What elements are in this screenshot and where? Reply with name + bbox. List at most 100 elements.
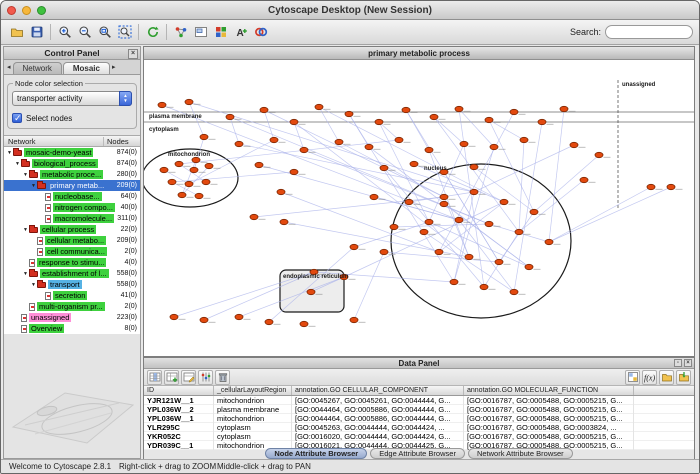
- network-edge[interactable]: [519, 180, 584, 232]
- network-node[interactable]: [470, 164, 478, 169]
- network-node[interactable]: [440, 194, 448, 199]
- zoom-in-button[interactable]: [55, 23, 74, 42]
- network-node[interactable]: [490, 144, 498, 149]
- tab-scroll-right-icon[interactable]: ▸: [111, 63, 117, 71]
- network-node[interactable]: [510, 289, 518, 294]
- network-edge[interactable]: [549, 187, 651, 242]
- network-edge[interactable]: [549, 187, 671, 242]
- refresh-button[interactable]: [143, 23, 162, 42]
- tree-row[interactable]: ▼biological_process874(0): [4, 158, 140, 169]
- network-node[interactable]: [160, 167, 168, 172]
- network-edge[interactable]: [349, 114, 369, 147]
- cytoscape-plugin-button[interactable]: [251, 23, 270, 42]
- tree-row[interactable]: multi-organism pr...2(0): [4, 301, 140, 312]
- data-panel-float-icon[interactable]: ▫: [674, 359, 682, 367]
- network-node[interactable]: [185, 99, 193, 104]
- zoom-fit-button[interactable]: [95, 23, 114, 42]
- network-edge[interactable]: [254, 197, 444, 217]
- network-edge[interactable]: [354, 252, 384, 320]
- network-node[interactable]: [395, 137, 403, 142]
- network-node[interactable]: [255, 162, 263, 167]
- zoom-region-button[interactable]: [115, 23, 134, 42]
- network-node[interactable]: [277, 189, 285, 194]
- network-node[interactable]: [647, 184, 655, 189]
- tree-expander-icon[interactable]: ▼: [6, 150, 13, 156]
- tree-row[interactable]: ▼transport558(0): [4, 279, 140, 290]
- tree-row[interactable]: nucleobase...64(0): [4, 191, 140, 202]
- network-node[interactable]: [525, 264, 533, 269]
- create-attribute-button[interactable]: [164, 370, 179, 385]
- annotation-button[interactable]: A: [231, 23, 250, 42]
- birdseye-button[interactable]: [191, 23, 210, 42]
- tree-row[interactable]: cellular metabo...209(0): [4, 235, 140, 246]
- network-node[interactable]: [205, 163, 213, 168]
- network-node[interactable]: [530, 209, 538, 214]
- tab-mosaic[interactable]: Mosaic: [63, 62, 110, 74]
- window-titlebar[interactable]: Cytoscape Desktop (New Session): [1, 1, 699, 20]
- network-node[interactable]: [265, 319, 273, 324]
- network-node[interactable]: [510, 109, 518, 114]
- network-node[interactable]: [485, 221, 493, 226]
- tree-expander-icon[interactable]: ▼: [30, 183, 37, 189]
- network-node[interactable]: [335, 139, 343, 144]
- network-node[interactable]: [158, 102, 166, 107]
- network-node[interactable]: [226, 114, 234, 119]
- network-view-titlebar[interactable]: primary metabolic process: [144, 47, 694, 60]
- network-node[interactable]: [345, 111, 353, 116]
- network-node[interactable]: [195, 193, 203, 198]
- network-node[interactable]: [390, 224, 398, 229]
- network-node[interactable]: [235, 314, 243, 319]
- network-node[interactable]: [175, 161, 183, 166]
- network-node[interactable]: [350, 244, 358, 249]
- node-color-dropdown[interactable]: transporter activity ▲▼: [12, 91, 132, 106]
- control-panel-titlebar[interactable]: Control Panel ×: [4, 47, 140, 60]
- network-edge[interactable]: [406, 110, 429, 150]
- network-node[interactable]: [667, 184, 675, 189]
- network-edge[interactable]: [549, 109, 564, 242]
- network-edge[interactable]: [384, 168, 484, 287]
- network-node[interactable]: [425, 147, 433, 152]
- network-node[interactable]: [370, 194, 378, 199]
- data-panel-titlebar[interactable]: Data Panel ▫ ×: [144, 358, 694, 369]
- network-node[interactable]: [315, 104, 323, 109]
- network-node[interactable]: [435, 249, 443, 254]
- tree-row[interactable]: secretion41(0): [4, 290, 140, 301]
- tree-expander-icon[interactable]: ▼: [14, 161, 21, 167]
- tree-row[interactable]: cell communica...2(0): [4, 246, 140, 257]
- network-node[interactable]: [570, 142, 578, 147]
- tree-expander-icon[interactable]: ▼: [30, 282, 37, 288]
- minimize-window-button[interactable]: [22, 6, 31, 15]
- network-node[interactable]: [168, 179, 176, 184]
- table-column-header[interactable]: _cellularLayoutRegion: [214, 386, 292, 395]
- network-node[interactable]: [485, 117, 493, 122]
- tree-expander-icon[interactable]: ▼: [22, 227, 29, 233]
- network-node[interactable]: [580, 177, 588, 182]
- network-node[interactable]: [430, 114, 438, 119]
- tree-row[interactable]: Overview8(0): [4, 323, 140, 334]
- network-node[interactable]: [280, 219, 288, 224]
- tree-row[interactable]: ▼cellular process22(0): [4, 224, 140, 235]
- formula-builder-button[interactable]: f(x): [642, 370, 657, 385]
- browser-tab-network[interactable]: Network Attribute Browser: [468, 448, 573, 459]
- table-column-header[interactable]: ID: [144, 386, 214, 395]
- network-node[interactable]: [595, 152, 603, 157]
- network-node[interactable]: [380, 249, 388, 254]
- network-node[interactable]: [235, 141, 243, 146]
- network-edge[interactable]: [499, 212, 534, 262]
- network-node[interactable]: [350, 317, 358, 322]
- network-edge[interactable]: [304, 150, 489, 224]
- import-attributes-button[interactable]: [676, 370, 691, 385]
- network-node[interactable]: [192, 157, 200, 162]
- network-node[interactable]: [560, 106, 568, 111]
- network-node[interactable]: [200, 134, 208, 139]
- network-node[interactable]: [190, 167, 198, 172]
- network-node[interactable]: [465, 254, 473, 259]
- network-edge[interactable]: [519, 140, 524, 232]
- network-node[interactable]: [455, 217, 463, 222]
- network-node[interactable]: [170, 314, 178, 319]
- browser-tab-edge[interactable]: Edge Attribute Browser: [370, 448, 465, 459]
- network-edge[interactable]: [264, 110, 274, 140]
- network-node[interactable]: [440, 201, 448, 206]
- network-node[interactable]: [375, 119, 383, 124]
- network-node[interactable]: [480, 284, 488, 289]
